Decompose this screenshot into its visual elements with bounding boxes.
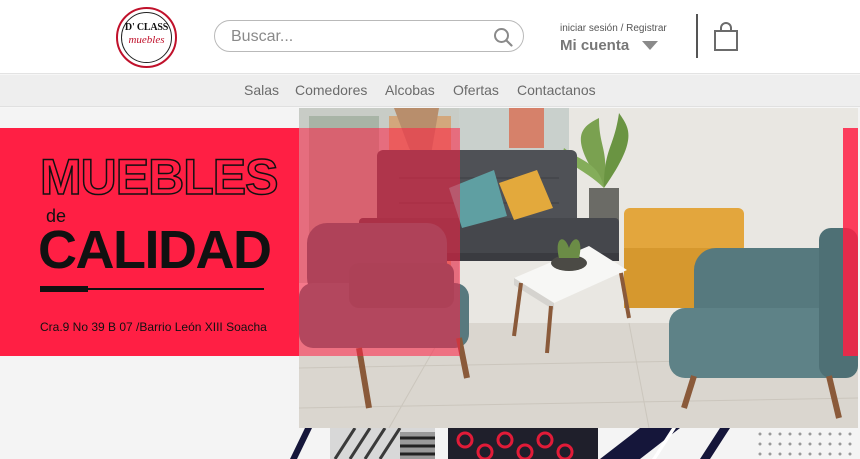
login-register-link[interactable]: iniciar sesión / Registrar xyxy=(560,23,690,34)
logo-line1: D' CLASS xyxy=(124,22,169,33)
hero-red-strip-right xyxy=(843,128,858,356)
hero-title-underline-accent xyxy=(40,286,88,292)
nav-item-salas[interactable]: Salas xyxy=(244,82,279,98)
header-divider xyxy=(696,14,698,58)
hero-title-top: MUEBLES xyxy=(39,149,279,205)
page: D' CLASS muebles iniciar sesión / Regist… xyxy=(0,0,860,459)
search-box xyxy=(214,20,524,52)
search-input[interactable] xyxy=(231,26,481,48)
store-address: Cra.9 No 39 B 07 /Barrio León XIII Soach… xyxy=(40,320,267,334)
my-account-label[interactable]: Mi cuenta xyxy=(560,37,629,54)
hero-red-overlay xyxy=(299,128,460,356)
nav-item-ofertas[interactable]: Ofertas xyxy=(453,82,499,98)
nav-item-alcobas[interactable]: Alcobas xyxy=(385,82,435,98)
brand-logo[interactable]: D' CLASS muebles xyxy=(116,7,177,68)
header: D' CLASS muebles iniciar sesión / Regist… xyxy=(0,0,860,74)
hero-title-bottom: CALIDAD xyxy=(38,220,272,280)
nav-item-contactanos[interactable]: Contactanos xyxy=(517,82,596,98)
logo-line2: muebles xyxy=(128,34,165,46)
main-nav: Salas Comedores Alcobas Ofertas Contacta… xyxy=(0,75,860,107)
decorative-pattern-strip xyxy=(280,428,860,459)
shopping-bag-icon[interactable] xyxy=(713,22,739,52)
nav-item-comedores[interactable]: Comedores xyxy=(295,82,367,98)
search-icon[interactable] xyxy=(493,27,513,47)
account-menu[interactable]: iniciar sesión / Registrar Mi cuenta xyxy=(560,23,690,54)
chevron-down-icon[interactable] xyxy=(642,41,658,50)
